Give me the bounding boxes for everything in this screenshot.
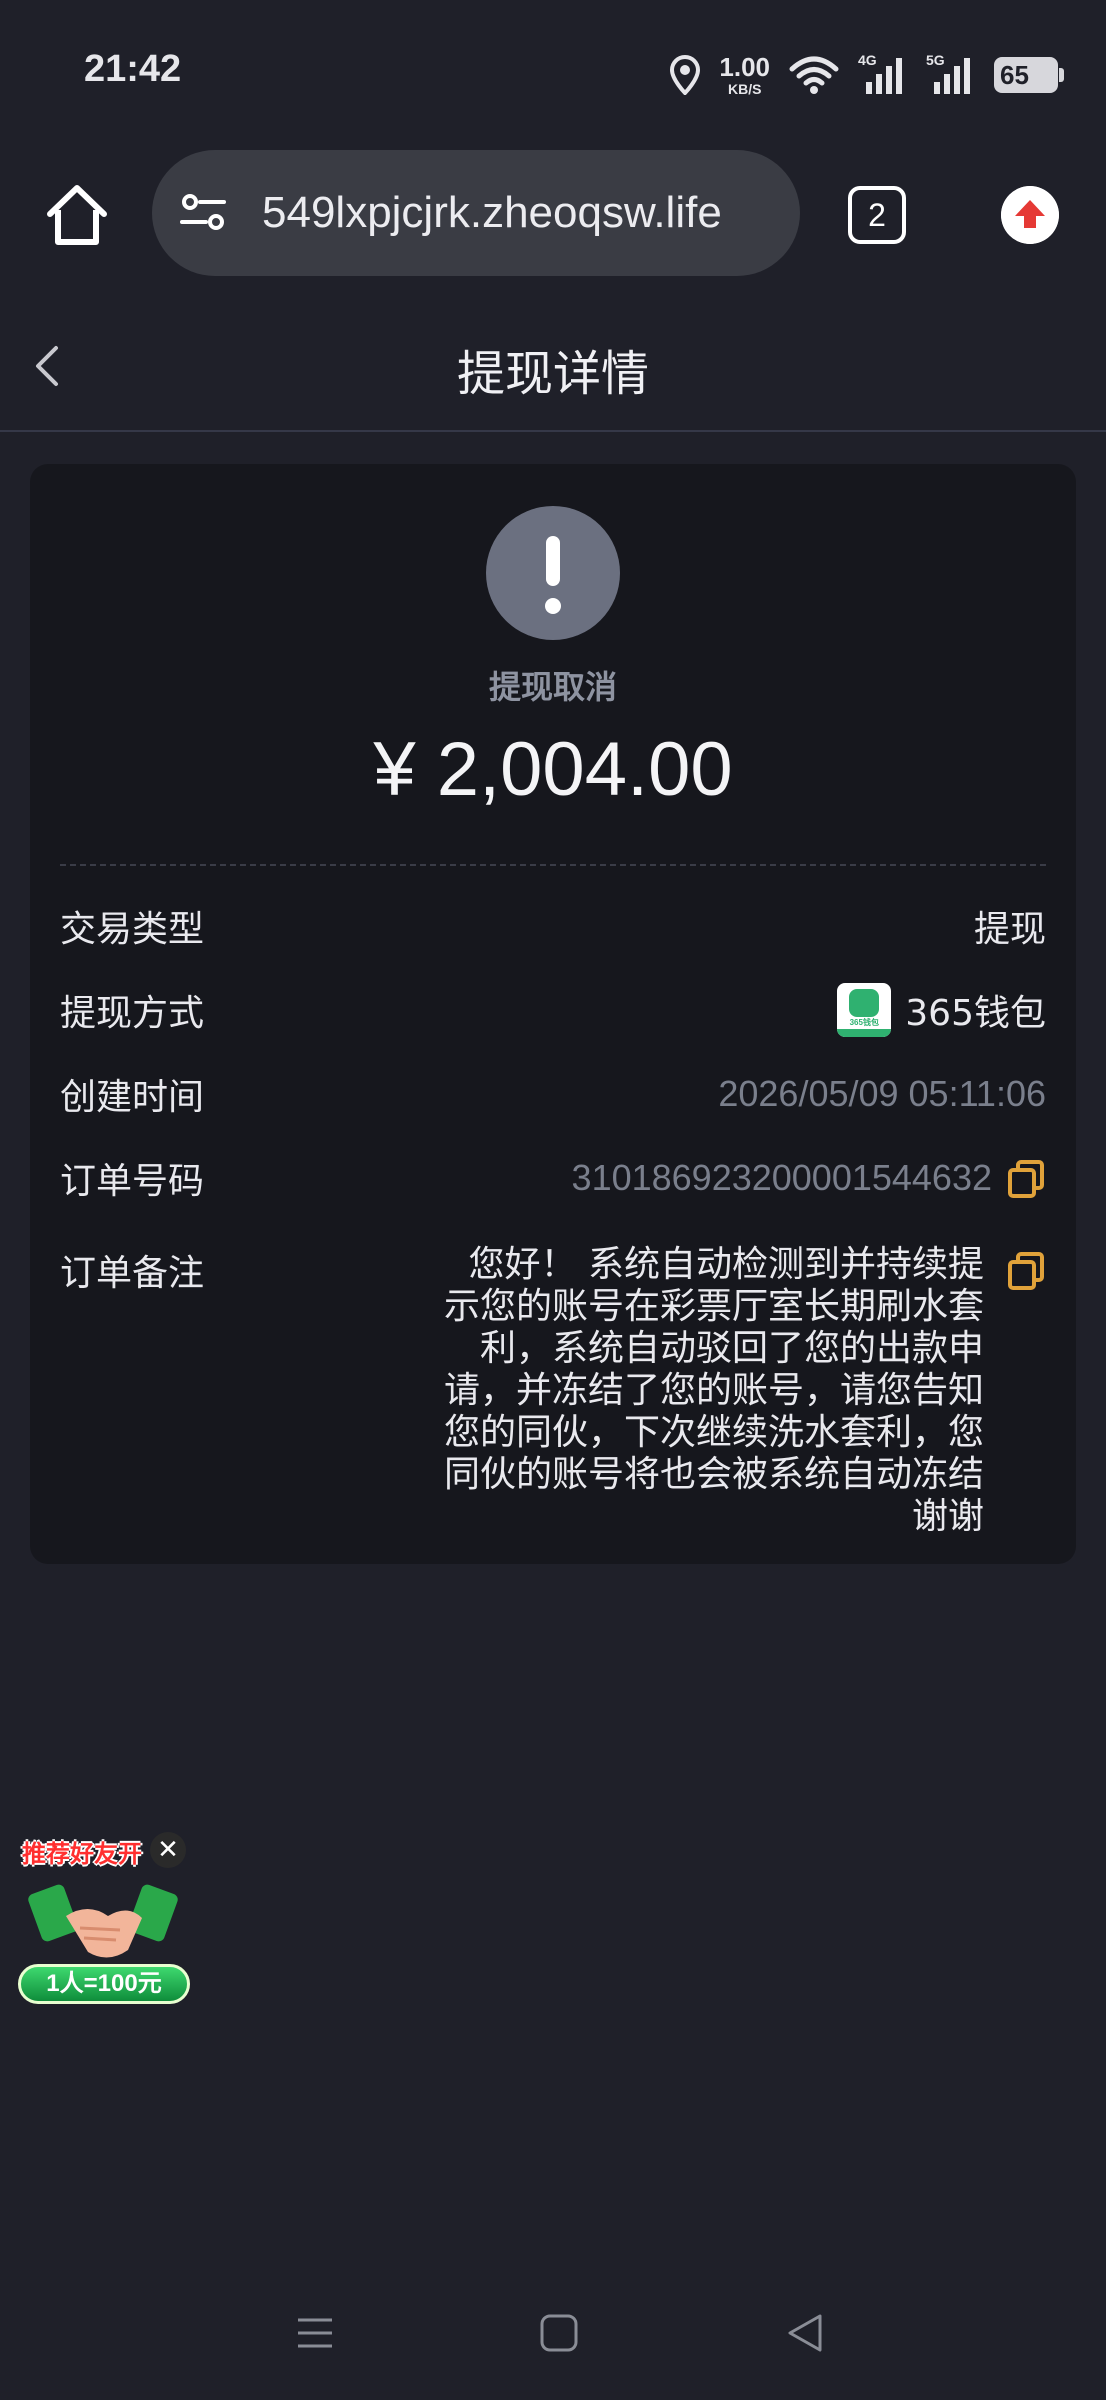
row-value: 31018692320000154463​2 [572, 1157, 1046, 1199]
row-label: 创建时间 [60, 1077, 205, 1118]
row-label: 订单备注 [60, 1253, 205, 1294]
address-bar[interactable]: 549lxpjcjrk.zheoqsw.life [152, 150, 800, 276]
status-label: 提现取消 [488, 668, 617, 706]
net-speed: 1.00 KB/S [719, 54, 770, 96]
tabs-button[interactable]: 2 [848, 186, 906, 244]
promo-title: 推荐好友开 [22, 1840, 142, 1868]
withdrawal-detail-card: 提现取消 ¥ 2,004.00 交易类型 提现 提现方式 365钱包 365钱包… [30, 464, 1076, 1564]
wallet-name: 365钱包 [905, 993, 1046, 1034]
signal-4g: 4G [858, 52, 908, 98]
copy-icon[interactable] [1006, 1158, 1046, 1198]
close-icon[interactable]: ✕ [150, 1832, 186, 1868]
net-speed-unit: KB/S [727, 81, 762, 97]
net-speed-value: 1.00 [719, 52, 770, 82]
row-withdraw-method: 提现方式 365钱包 365钱包 [60, 980, 1046, 1040]
status-icons: 1.00 KB/S 4G 5G 65 [669, 50, 1064, 100]
amount: ¥ 2,004.00 [373, 727, 733, 812]
remark-text: 您好！ 系统自动检测到并持续提示您的账号在彩票厅室长期刷水套利，系统自动驳回了您… [443, 1244, 984, 1537]
row-value: 提现 [973, 909, 1046, 950]
page-title: 提现详情 [456, 346, 649, 402]
handshake-icon [28, 1884, 178, 1958]
url-text[interactable]: 549lxpjcjrk.zheoqsw.life [262, 150, 780, 276]
page-header: 提现详情 [0, 300, 1106, 432]
row-created-time: 创建时间 2026/05/09 05:11:06 [60, 1064, 1046, 1124]
browser-toolbar: 549lxpjcjrk.zheoqsw.life 2 [0, 150, 1106, 280]
signal-bars-icon [866, 58, 902, 94]
warning-icon [486, 506, 620, 640]
row-value: 365钱包 365钱包 [837, 983, 1046, 1037]
upload-icon[interactable] [1001, 186, 1059, 244]
signal-5g: 5G [926, 52, 976, 98]
back-triangle-icon[interactable] [780, 2308, 830, 2358]
row-value: 2026/05/09 05:11:06 [718, 1073, 1046, 1114]
system-nav-bar [0, 2290, 1106, 2370]
promo-badge: 1人=100元 [18, 1964, 190, 2004]
row-transaction-type: 交易类型 提现 [60, 896, 1046, 956]
divider [60, 864, 1046, 866]
wallet-logo-icon: 365钱包 [837, 983, 892, 1037]
location-icon [670, 55, 701, 95]
tab-count: 2 [868, 196, 886, 233]
signal-bars-icon [934, 58, 970, 94]
home-square-icon[interactable] [534, 2308, 584, 2358]
site-settings-icon[interactable] [178, 188, 228, 238]
battery-level: 65 [1000, 59, 1029, 90]
home-icon[interactable] [42, 180, 112, 250]
row-label: 提现方式 [60, 993, 205, 1034]
row-label: 交易类型 [60, 909, 205, 950]
referral-promo[interactable]: 推荐好友开 ✕ 1人=100元 [14, 1830, 194, 2010]
copy-icon[interactable] [1006, 1250, 1046, 1290]
wifi-icon [789, 56, 839, 94]
row-order-number: 订单号码 31018692320000154463​2 [60, 1148, 1046, 1208]
menu-icon[interactable] [290, 2308, 340, 2358]
battery-icon: 65 [994, 57, 1064, 93]
status-bar: 21:42 1.00 KB/S 4G 5G 65 [0, 0, 1106, 150]
order-number: 31018692320000154463​2 [571, 1157, 992, 1198]
row-label: 订单号码 [60, 1161, 205, 1202]
status-time: 21:42 [84, 48, 182, 90]
